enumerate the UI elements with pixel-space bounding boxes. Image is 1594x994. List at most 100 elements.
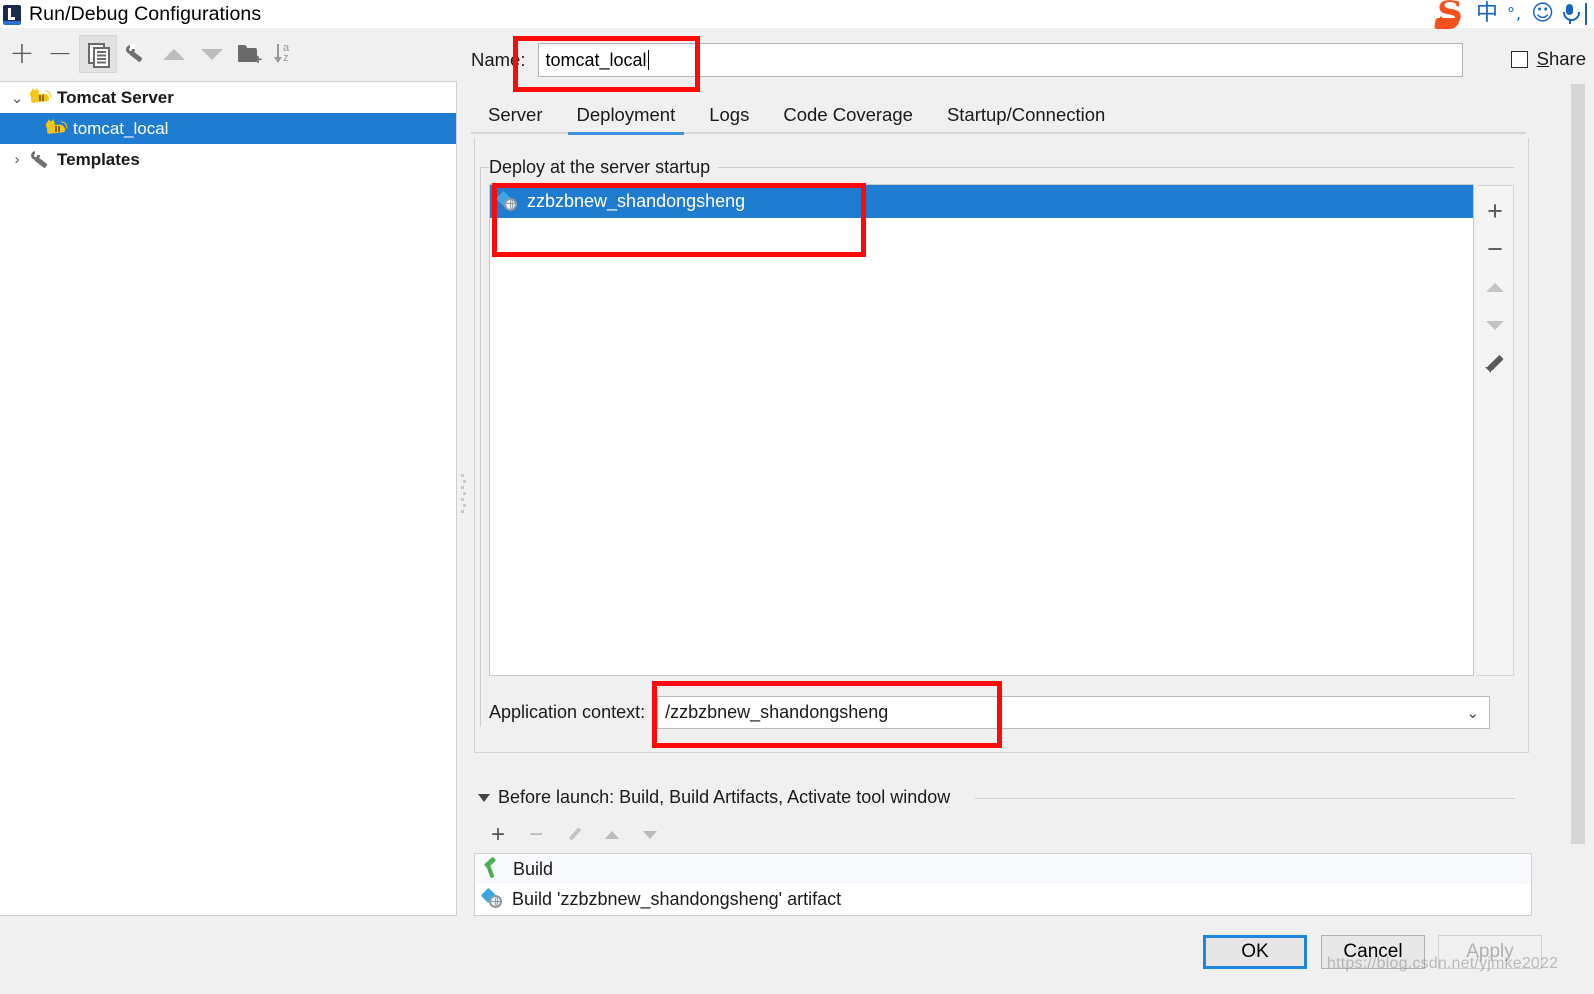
task-row-build[interactable]: Build: [475, 854, 1531, 884]
move-artifact-up-button[interactable]: [1478, 268, 1512, 306]
run-debug-configurations-dialog: Run/Debug Configurations S 中 °, ☺ + − + …: [0, 0, 1594, 994]
edit-templates-button[interactable]: [117, 35, 155, 73]
panel-splitter[interactable]: [457, 81, 471, 916]
sort-az-icon: az: [274, 42, 299, 65]
wrench-icon: [30, 149, 52, 170]
pencil-icon: [1484, 352, 1506, 374]
tree-node-tomcat-local[interactable]: tomcat_local: [0, 113, 456, 144]
before-launch-header[interactable]: Before launch: Build, Build Artifacts, A…: [478, 787, 950, 808]
copy-configuration-button[interactable]: [79, 35, 117, 73]
triangle-up-icon: [1486, 282, 1504, 292]
run-config-icon: [3, 5, 21, 25]
sogou-ime-toolbar[interactable]: S 中 °, ☺: [1433, 0, 1594, 30]
deployment-list[interactable]: zzbzbnew_shandongsheng: [489, 184, 1474, 676]
plus-icon: +: [9, 36, 35, 71]
folder-plus-icon: +: [238, 44, 262, 66]
remove-artifact-button[interactable]: −: [1478, 230, 1512, 268]
group-border-left: [480, 167, 481, 727]
share-label: Share: [1537, 48, 1586, 70]
move-artifact-down-button[interactable]: [1478, 306, 1512, 344]
chevron-right-icon[interactable]: ›: [4, 151, 30, 168]
add-configuration-button[interactable]: +: [3, 35, 41, 73]
application-context-label: Application context:: [489, 701, 646, 722]
edit-task-button[interactable]: [555, 820, 593, 850]
copy-icon: [88, 43, 110, 68]
remove-configuration-button[interactable]: −: [41, 35, 79, 73]
ime-punctuation-icon[interactable]: °,: [1507, 2, 1522, 26]
triangle-down-icon: [1486, 320, 1504, 330]
name-label: Name:: [471, 49, 526, 70]
task-row-build-artifact[interactable]: Build 'zzbzbnew_shandongsheng' artifact: [475, 884, 1531, 914]
sogou-logo-icon[interactable]: S: [1433, 0, 1467, 29]
new-folder-button[interactable]: +: [231, 35, 269, 73]
ime-microphone-icon[interactable]: [1563, 4, 1580, 24]
deployment-list-item[interactable]: zzbzbnew_shandongsheng: [490, 185, 1473, 218]
move-up-button[interactable]: [155, 35, 193, 73]
share-checkbox[interactable]: [1510, 50, 1528, 68]
pencil-icon: [565, 826, 583, 844]
add-task-button[interactable]: +: [479, 820, 517, 850]
wrench-icon: [125, 44, 147, 64]
chevron-down-icon[interactable]: ⌄: [1467, 704, 1480, 722]
before-launch-divider: [975, 798, 1515, 799]
minus-icon: −: [528, 821, 543, 848]
ime-emoji-icon[interactable]: ☺: [1531, 2, 1554, 26]
vertical-scrollbar-thumb[interactable]: [1571, 84, 1585, 844]
vertical-scrollbar-track[interactable]: [1570, 81, 1587, 916]
name-input-value: tomcat_local: [545, 49, 647, 70]
deployment-list-toolbar: + −: [1477, 185, 1514, 676]
triangle-up-icon: [163, 48, 185, 60]
configurations-tree[interactable]: ⌄ Tomcat Server tomcat_local › Templates: [0, 81, 457, 916]
plus-icon: +: [490, 821, 505, 848]
chevron-down-icon[interactable]: ⌄: [4, 89, 30, 107]
move-down-button[interactable]: [193, 35, 231, 73]
before-launch-task-list[interactable]: Build Build 'zzbzbnew_shandongsheng' art…: [474, 853, 1532, 916]
artifact-icon: [495, 190, 520, 212]
edit-artifact-button[interactable]: [1478, 344, 1512, 382]
group-border-top-right: [704, 167, 1514, 168]
application-context-combobox[interactable]: /zzbzbnew_shandongsheng ⌄: [657, 695, 1491, 729]
remove-task-button[interactable]: −: [517, 820, 555, 850]
triangle-down-icon: [201, 48, 223, 60]
name-input[interactable]: tomcat_local: [537, 43, 1463, 77]
ime-menu-icon[interactable]: [1585, 3, 1590, 25]
hammer-icon: [483, 856, 505, 879]
task-label: Build: [513, 858, 554, 879]
tab-logs[interactable]: Logs: [692, 95, 766, 135]
tab-deployment[interactable]: Deployment: [560, 95, 693, 135]
add-artifact-button[interactable]: +: [1478, 192, 1512, 230]
artifact-icon: [480, 887, 505, 909]
minus-icon: −: [47, 36, 73, 71]
splitter-handle-dots: [461, 474, 466, 516]
tab-startup-connection[interactable]: Startup/Connection: [930, 95, 1122, 135]
plus-icon: +: [1487, 196, 1503, 226]
triangle-down-icon[interactable]: [478, 793, 490, 802]
move-task-down-button[interactable]: [631, 820, 669, 850]
page-title: Run/Debug Configurations: [29, 3, 262, 25]
triangle-up-icon: [605, 831, 619, 839]
ime-language-mode[interactable]: 中: [1476, 2, 1498, 26]
title-bar: Run/Debug Configurations: [0, 0, 1594, 28]
tree-node-label: Templates: [57, 149, 140, 169]
tree-node-label: Tomcat Server: [57, 87, 174, 107]
share-checkbox-row[interactable]: Share: [1510, 48, 1586, 70]
tab-server[interactable]: Server: [471, 95, 560, 135]
tab-code-coverage[interactable]: Code Coverage: [766, 95, 930, 135]
tree-node-templates[interactable]: › Templates: [0, 144, 456, 175]
before-launch-title: Before launch: Build, Build Artifacts, A…: [498, 787, 951, 807]
deployment-item-label: zzbzbnew_shandongsheng: [527, 191, 746, 211]
sort-configurations-button[interactable]: az: [269, 35, 307, 73]
deploy-group-title: Deploy at the server startup: [489, 157, 719, 178]
task-label: Build 'zzbzbnew_shandongsheng' artifact: [512, 888, 842, 909]
tree-node-label: tomcat_local: [73, 118, 169, 138]
tomcat-icon: [46, 119, 69, 137]
move-task-up-button[interactable]: [593, 820, 631, 850]
application-context-value: /zzbzbnew_shandongsheng: [665, 701, 889, 722]
tomcat-icon: [30, 88, 53, 106]
application-context-row: Application context: /zzbzbnew_shandongs…: [489, 694, 1514, 730]
ok-button[interactable]: OK: [1203, 935, 1307, 969]
tree-node-tomcat-server[interactable]: ⌄ Tomcat Server: [0, 82, 456, 113]
before-launch-toolbar: + −: [479, 818, 679, 852]
configuration-tabs: Server Deployment Logs Code Coverage Sta…: [471, 93, 1531, 135]
share-mnemonic: S: [1536, 48, 1549, 69]
